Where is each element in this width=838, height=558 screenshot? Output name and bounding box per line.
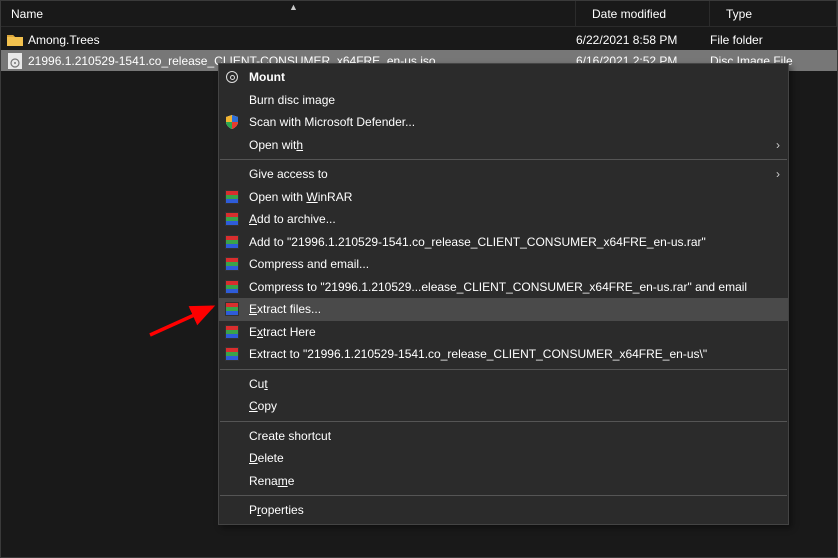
blank-icon <box>223 472 241 490</box>
winrar-icon <box>223 323 241 341</box>
menu-label: Compress and email... <box>249 257 780 271</box>
menu-label: Create shortcut <box>249 429 780 443</box>
menu-label: Mount <box>249 70 780 84</box>
column-header: Name Date modified Type ▲ <box>1 1 837 27</box>
winrar-icon <box>223 210 241 228</box>
menu-create-shortcut[interactable]: Create shortcut <box>219 425 788 448</box>
menu-label: Extract to "21996.1.210529-1541.co_relea… <box>249 347 780 361</box>
menu-open-with[interactable]: Open with › <box>219 134 788 157</box>
file-name: Among.Trees <box>28 33 576 47</box>
menu-label: Copy <box>249 399 780 413</box>
winrar-icon <box>223 233 241 251</box>
menu-label: Burn disc image <box>249 93 780 107</box>
menu-burn-disc[interactable]: Burn disc image <box>219 89 788 112</box>
sort-ascending-icon: ▲ <box>289 2 298 12</box>
winrar-icon <box>223 345 241 363</box>
menu-label: Add to "21996.1.210529-1541.co_release_C… <box>249 235 780 249</box>
menu-label: Cut <box>249 377 780 391</box>
menu-label: Rename <box>249 474 780 488</box>
folder-icon <box>7 32 23 48</box>
column-type-label: Type <box>726 7 752 21</box>
menu-label: Open with <box>249 138 772 152</box>
winrar-icon <box>223 255 241 273</box>
winrar-icon <box>223 278 241 296</box>
blank-icon <box>223 375 241 393</box>
annotation-arrow-icon <box>146 281 226 341</box>
chevron-right-icon: › <box>776 138 780 152</box>
column-date[interactable]: Date modified <box>576 1 710 26</box>
menu-label: Compress to "21996.1.210529...elease_CLI… <box>249 280 780 294</box>
menu-extract-here[interactable]: Extract Here <box>219 321 788 344</box>
column-name-label: Name <box>11 7 43 21</box>
menu-separator <box>220 495 787 496</box>
file-date: 6/22/2021 8:58 PM <box>576 33 710 47</box>
menu-separator <box>220 159 787 160</box>
menu-label: Delete <box>249 451 780 465</box>
chevron-right-icon: › <box>776 167 780 181</box>
menu-label: Open with WinRAR <box>249 190 780 204</box>
context-menu: Mount Burn disc image Scan with Microsof… <box>218 63 789 525</box>
menu-defender[interactable]: Scan with Microsoft Defender... <box>219 111 788 134</box>
menu-mount[interactable]: Mount <box>219 66 788 89</box>
menu-compress-to[interactable]: Compress to "21996.1.210529...elease_CLI… <box>219 276 788 299</box>
blank-icon <box>223 501 241 519</box>
disc-icon <box>223 68 241 86</box>
blank-icon <box>223 136 241 154</box>
file-row-folder[interactable]: Among.Trees 6/22/2021 8:58 PM File folde… <box>1 29 837 50</box>
menu-label: Give access to <box>249 167 772 181</box>
winrar-icon <box>223 300 241 318</box>
disc-image-icon <box>7 53 23 69</box>
blank-icon <box>223 427 241 445</box>
menu-give-access[interactable]: Give access to › <box>219 163 788 186</box>
menu-properties[interactable]: Properties <box>219 499 788 522</box>
blank-icon <box>223 449 241 467</box>
blank-icon <box>223 91 241 109</box>
blank-icon <box>223 397 241 415</box>
menu-copy[interactable]: Copy <box>219 395 788 418</box>
menu-label: Extract files... <box>249 302 780 316</box>
menu-extract-to[interactable]: Extract to "21996.1.210529-1541.co_relea… <box>219 343 788 366</box>
menu-delete[interactable]: Delete <box>219 447 788 470</box>
menu-separator <box>220 421 787 422</box>
menu-rename[interactable]: Rename <box>219 470 788 493</box>
column-type[interactable]: Type <box>710 1 837 26</box>
file-type: File folder <box>710 33 837 47</box>
menu-separator <box>220 369 787 370</box>
menu-label: Properties <box>249 503 780 517</box>
menu-add-archive[interactable]: Add to archive... <box>219 208 788 231</box>
menu-label: Scan with Microsoft Defender... <box>249 115 780 129</box>
menu-label: Add to archive... <box>249 212 780 226</box>
winrar-icon <box>223 188 241 206</box>
menu-cut[interactable]: Cut <box>219 373 788 396</box>
menu-label: Extract Here <box>249 325 780 339</box>
menu-compress-email[interactable]: Compress and email... <box>219 253 788 276</box>
menu-open-winrar[interactable]: Open with WinRAR <box>219 186 788 209</box>
column-date-label: Date modified <box>592 7 666 21</box>
defender-shield-icon <box>223 113 241 131</box>
menu-add-to-rar[interactable]: Add to "21996.1.210529-1541.co_release_C… <box>219 231 788 254</box>
blank-icon <box>223 165 241 183</box>
menu-extract-files[interactable]: Extract files... <box>219 298 788 321</box>
